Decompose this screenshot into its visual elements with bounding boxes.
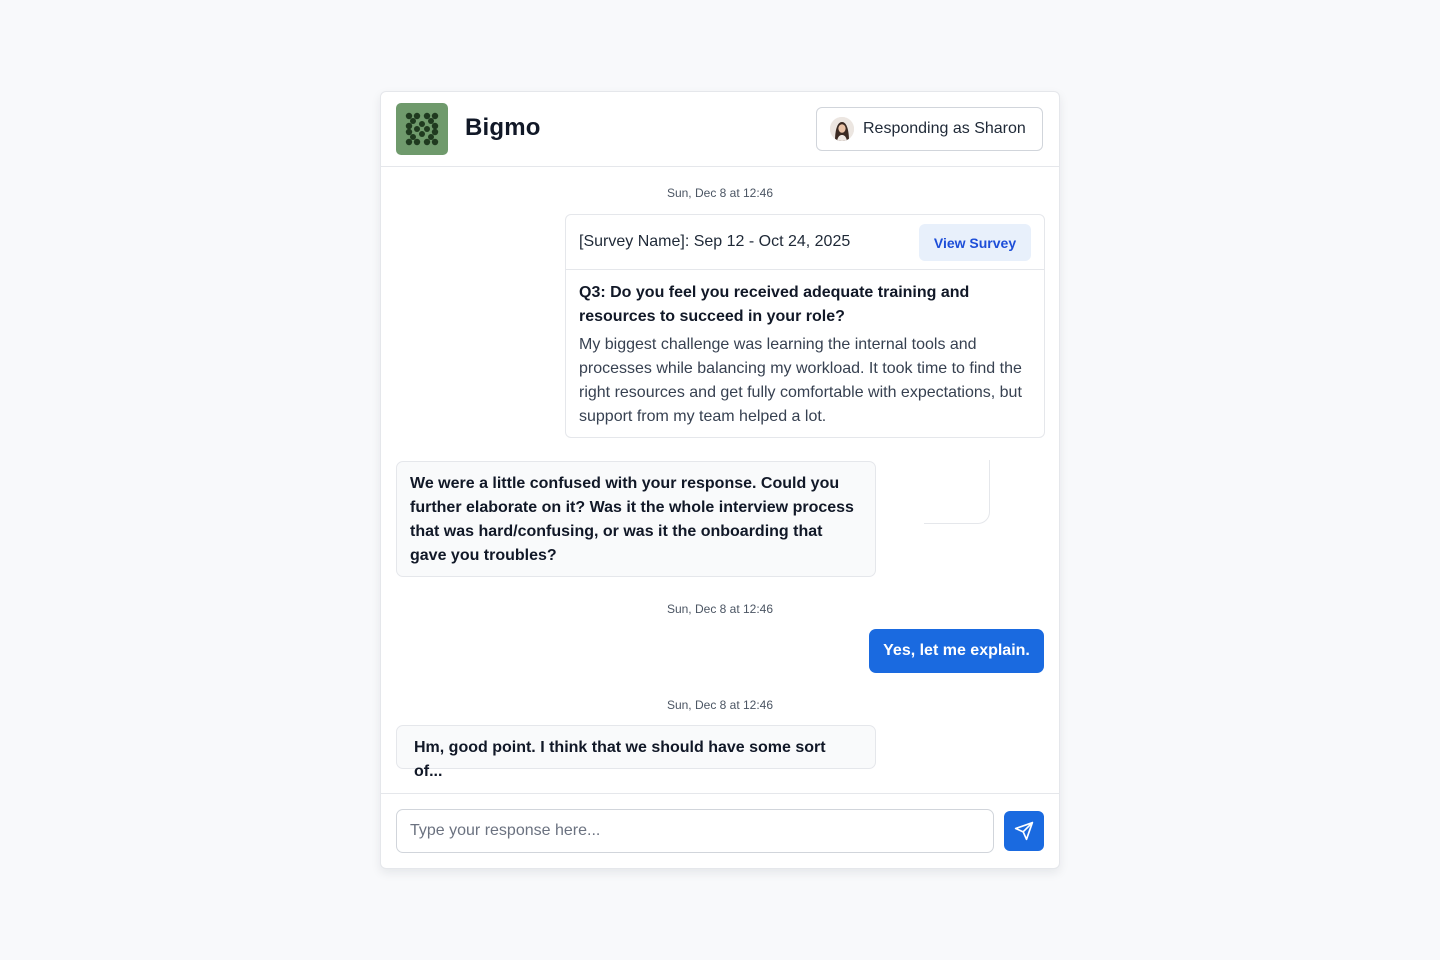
send-paper-plane-icon xyxy=(1014,821,1034,841)
survey-card-header: [Survey Name]: Sep 12 - Oct 24, 2025 Vie… xyxy=(566,215,1044,270)
message-timestamp: Sun, Dec 8 at 12:46 xyxy=(666,698,774,712)
responding-as-button[interactable]: Responding as Sharon xyxy=(816,107,1043,151)
response-input[interactable] xyxy=(396,809,994,853)
survey-title: [Survey Name]: Sep 12 - Oct 24, 2025 xyxy=(579,233,851,250)
composer xyxy=(381,793,1059,868)
incoming-message-text: Hm, good point. I think that we should h… xyxy=(414,739,826,780)
message-timestamp: Sun, Dec 8 at 12:46 xyxy=(666,186,774,200)
brand-name: Bigmo xyxy=(465,114,541,141)
survey-response-card: [Survey Name]: Sep 12 - Oct 24, 2025 Vie… xyxy=(565,214,1045,438)
outgoing-message: Yes, let me explain. xyxy=(869,629,1044,673)
incoming-message-typing: Hm, good point. I think that we should h… xyxy=(396,725,876,780)
message-timestamp: Sun, Dec 8 at 12:46 xyxy=(666,602,774,616)
survey-answer: My biggest challenge was learning the in… xyxy=(579,336,1022,425)
user-avatar-icon xyxy=(830,117,854,141)
outgoing-message-text: Yes, let me explain. xyxy=(883,642,1030,659)
incoming-message-text: We were a little confused with your resp… xyxy=(410,475,854,564)
chat-header: Bigmo Responding as Sharon xyxy=(381,92,1059,167)
incoming-message: We were a little confused with your resp… xyxy=(396,461,876,577)
chat-window: Bigmo Responding as Sharon Sun, Dec 8 at… xyxy=(380,91,1060,869)
dot-pattern-logo-icon xyxy=(396,103,448,155)
message-bubble-outline xyxy=(924,460,990,524)
send-button[interactable] xyxy=(1004,811,1044,851)
survey-question: Q3: Do you feel you received adequate tr… xyxy=(579,284,970,325)
view-survey-button[interactable]: View Survey xyxy=(919,224,1031,261)
responding-as-label: Responding as Sharon xyxy=(863,120,1026,137)
